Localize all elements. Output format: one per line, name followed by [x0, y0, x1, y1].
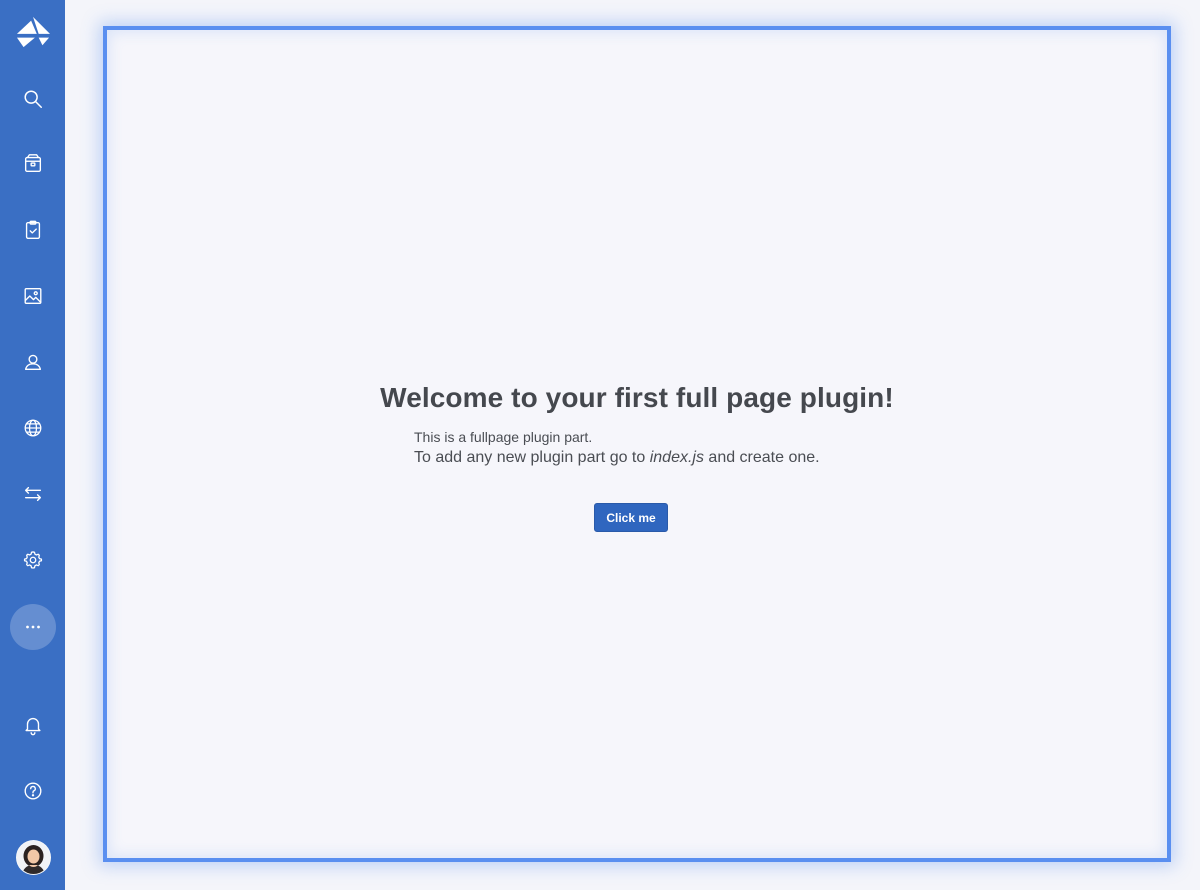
settings-button[interactable]	[11, 538, 55, 582]
package-icon	[24, 154, 42, 173]
line2-suffix: and create one.	[703, 449, 820, 466]
bell-icon	[25, 717, 41, 736]
page-title: Welcome to your first full page plugin!	[380, 382, 894, 413]
localization-button[interactable]	[11, 406, 55, 450]
description-line-2: To add any new plugin part go to index.j…	[414, 447, 820, 469]
sanity-logo-icon[interactable]	[11, 12, 55, 52]
sidebar	[0, 0, 65, 890]
plugin-description: This is a fullpage plugin part. To add a…	[414, 428, 820, 469]
avatar[interactable]	[16, 840, 51, 875]
file-name: index.js	[649, 449, 704, 466]
user-icon	[24, 354, 42, 371]
gear-icon	[23, 551, 43, 569]
more-icon	[26, 625, 40, 629]
click-me-button[interactable]: Click me	[594, 503, 668, 532]
line2-prefix: To add any new plugin part go to	[414, 449, 650, 466]
desk-button[interactable]	[11, 142, 55, 186]
more-button[interactable]	[10, 604, 56, 650]
transfer-button[interactable]	[11, 472, 55, 516]
users-button[interactable]	[11, 340, 55, 384]
plugin-content: Welcome to your first full page plugin! …	[107, 30, 1167, 858]
help-button[interactable]	[11, 769, 55, 813]
description-line-1: This is a fullpage plugin part.	[414, 429, 593, 445]
search-button[interactable]	[11, 77, 55, 121]
tasks-button[interactable]	[11, 208, 55, 252]
media-button[interactable]	[11, 274, 55, 318]
image-icon	[24, 287, 42, 305]
clipboard-check-icon	[25, 220, 41, 239]
search-icon	[24, 90, 42, 108]
globe-icon	[24, 419, 42, 437]
help-icon	[24, 782, 42, 800]
transfer-arrows-icon	[24, 486, 42, 502]
plugin-frame: Welcome to your first full page plugin! …	[103, 26, 1171, 862]
notifications-button[interactable]	[11, 703, 55, 747]
